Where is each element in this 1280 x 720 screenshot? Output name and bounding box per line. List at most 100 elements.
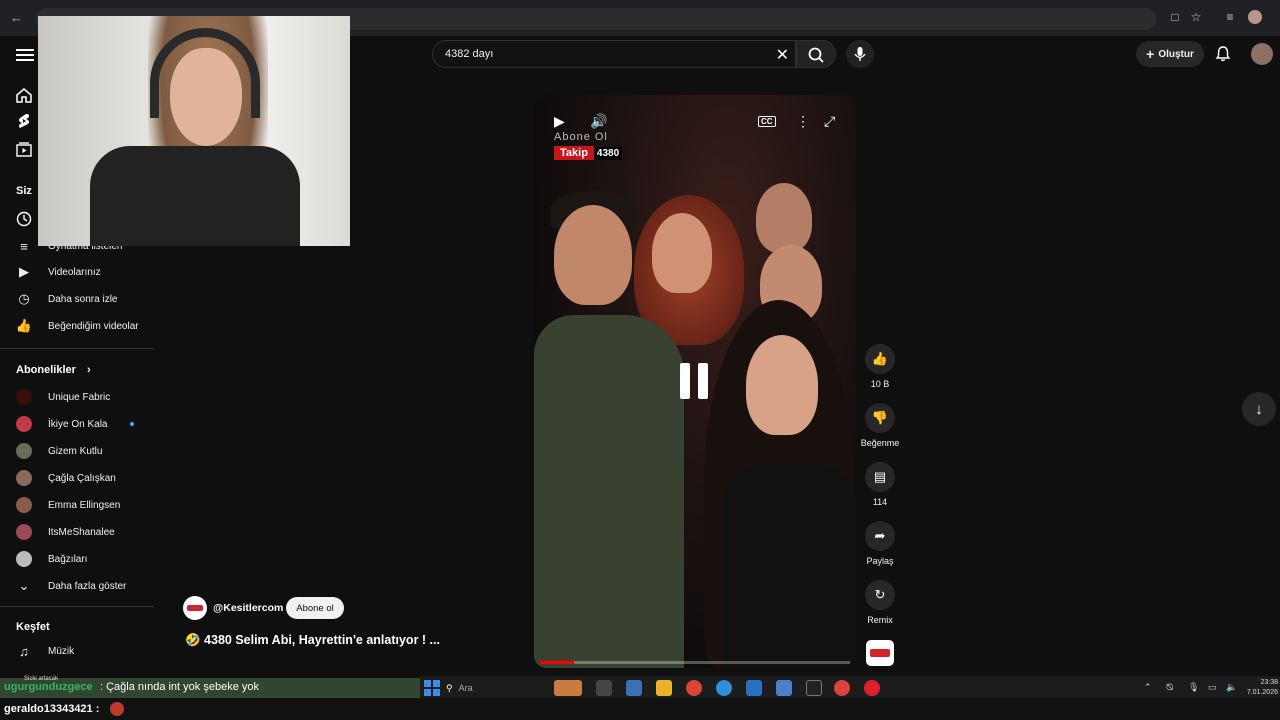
you-section-title[interactable]: Siz <box>16 185 32 197</box>
play-icon[interactable]: ▶ <box>554 113 565 130</box>
edge-icon[interactable] <box>716 680 732 696</box>
create-label: Oluştur <box>1158 48 1194 60</box>
channel-logo-mark <box>870 649 890 657</box>
shorts-video-player[interactable]: Abone Ol Takip 4380 ▶ 🔊 CC ⋮ ⤢ <box>534 95 856 668</box>
remix-button[interactable]: ↻ Remix <box>860 580 900 625</box>
tray-icon[interactable]: ⦰ <box>1166 682 1173 693</box>
search-query-text: 4382 dayı <box>445 48 494 60</box>
sidebar-sub-cagla-caliskan[interactable]: Çağla Çalışkan <box>0 465 154 491</box>
sidebar-item-watch-later[interactable]: ◷ Daha sonra izle <box>0 286 154 312</box>
progress-fill <box>540 661 575 664</box>
sidebar-item-label: İkiye On Kala <box>48 418 108 430</box>
fullscreen-icon[interactable]: ⤢ <box>824 113 835 130</box>
app-icon[interactable] <box>776 680 792 696</box>
subscribe-button[interactable]: Abone ol <box>286 597 344 619</box>
search-icon: ⚲ <box>446 682 453 693</box>
subscriptions-section-title[interactable]: Abonelikler › <box>16 364 91 376</box>
your-videos-icon: ▶ <box>19 264 29 279</box>
webcam-body <box>90 146 300 246</box>
sidebar-sub-unique-fabric[interactable]: Unique Fabric <box>0 384 154 410</box>
voice-search-button[interactable] <box>846 40 874 68</box>
sidebar-sub-itsmeshanalee[interactable]: ItsMeShanalee <box>0 519 154 545</box>
menu-icon[interactable] <box>16 46 34 62</box>
bookmark-star-icon[interactable]: ☆ <box>1188 10 1204 24</box>
sidebar-item-label: Beğendiğim videolar <box>48 320 139 332</box>
app-icon[interactable] <box>806 680 822 696</box>
sidebar-divider <box>0 348 154 349</box>
subscriptions-icon[interactable] <box>15 140 33 158</box>
comments-button[interactable]: ▤ 114 <box>860 462 900 507</box>
volume-icon[interactable]: 🔈 <box>1226 682 1237 693</box>
pause-icon[interactable] <box>680 363 710 399</box>
taskbar-clock[interactable]: 23:38 7.01.2026 <box>1247 678 1278 698</box>
install-app-icon[interactable]: □ <box>1167 10 1183 24</box>
back-arrow-icon[interactable]: ← <box>10 10 23 25</box>
notifications-bell-icon[interactable] <box>1214 45 1232 63</box>
captions-icon[interactable]: CC <box>758 116 776 127</box>
store-icon[interactable] <box>746 680 762 696</box>
widget-icon[interactable] <box>554 680 582 696</box>
sidebar-item-label: Bağzıları <box>48 553 88 565</box>
opera-icon[interactable] <box>864 680 880 696</box>
sidebar-sub-gizem-kutlu[interactable]: Gizem Kutlu <box>0 438 154 464</box>
like-button[interactable]: 👍 10 B <box>860 344 900 389</box>
sidebar-sub-bagzilari[interactable]: Bağzıları <box>0 546 154 572</box>
home-icon[interactable] <box>15 86 33 104</box>
stream-chat-line: ugurgunduzgece : Çağla nında int yok şeb… <box>0 678 420 698</box>
like-count: 10 B <box>870 379 890 389</box>
more-options-icon[interactable]: ⋮ <box>796 113 810 130</box>
microphone-icon[interactable]: 🎙 <box>1188 682 1199 693</box>
sidebar-item-music[interactable]: ♫ Müzik <box>0 638 154 664</box>
share-button[interactable]: ➦ Paylaş <box>860 521 900 566</box>
volume-icon[interactable]: 🔊 <box>590 113 607 130</box>
sidebar-sub-emma-ellingsen[interactable]: Emma Ellingsen <box>0 492 154 518</box>
search-icon <box>808 47 824 63</box>
video-title[interactable]: 🤣 4380 Selim Abi, Hayrettin'e anlatıyor … <box>185 633 440 648</box>
chrome-icon[interactable] <box>834 680 850 696</box>
chrome-icon[interactable] <box>686 680 702 696</box>
history-icon[interactable] <box>15 210 33 228</box>
new-content-dot <box>130 422 134 426</box>
channel-avatar[interactable] <box>183 596 207 620</box>
comment-count: 114 <box>872 497 888 507</box>
video-figure <box>652 213 712 293</box>
remix-icon: ↻ <box>865 580 895 610</box>
browser-profile-avatar[interactable] <box>1248 10 1262 24</box>
channel-thumbnail[interactable] <box>866 640 894 666</box>
show-hidden-icons-icon[interactable]: ⌃ <box>1144 682 1152 693</box>
avatar <box>16 443 32 459</box>
progress-bar[interactable] <box>540 661 850 664</box>
sidebar-item-label: Unique Fabric <box>48 391 111 403</box>
sidebar-item-label: Çağla Çalışkan <box>48 472 116 484</box>
next-video-button[interactable]: ↓ <box>1242 392 1276 426</box>
clock-time: 23:38 <box>1260 679 1278 686</box>
file-explorer-icon[interactable] <box>656 680 672 696</box>
channel-logo-mark <box>187 605 203 611</box>
search-input[interactable]: 4382 dayı ✕ <box>432 40 796 68</box>
stream-chat-line: geraldo13343421 : <box>0 698 1280 720</box>
chevron-right-icon: › <box>86 364 91 376</box>
promo-count-text: 4380 <box>593 147 623 160</box>
sidebar-show-more[interactable]: ⌄ Daha fazla göster <box>0 573 154 599</box>
task-view-icon[interactable] <box>596 680 612 696</box>
app-icon[interactable] <box>626 680 642 696</box>
avatar <box>16 497 32 513</box>
avatar <box>16 416 32 432</box>
clock-date: 7.01.2026 <box>1246 689 1278 696</box>
tab-search-icon[interactable]: ≡ <box>1222 10 1238 24</box>
channel-name[interactable]: @Kesitlercom <box>213 602 283 614</box>
clear-search-icon[interactable]: ✕ <box>776 45 789 65</box>
create-button[interactable]: + Oluştur <box>1136 41 1204 67</box>
dislike-button[interactable]: 👎 Beğenme <box>860 403 900 448</box>
microphone-icon <box>854 47 866 61</box>
taskbar-search[interactable]: ⚲ Ara <box>446 680 546 696</box>
sidebar-item-your-videos[interactable]: ▶ Videolarınız <box>0 259 154 285</box>
windows-start-icon[interactable] <box>424 680 440 696</box>
sidebar-item-liked-videos[interactable]: 👍 Beğendiğim videolar <box>0 313 154 339</box>
shorts-icon[interactable] <box>15 112 33 130</box>
share-label: Paylaş <box>866 556 894 566</box>
account-avatar[interactable] <box>1251 43 1273 65</box>
search-button[interactable] <box>796 40 836 68</box>
chat-emote-icon <box>110 702 124 716</box>
network-icon[interactable]: ▭ <box>1208 682 1217 693</box>
